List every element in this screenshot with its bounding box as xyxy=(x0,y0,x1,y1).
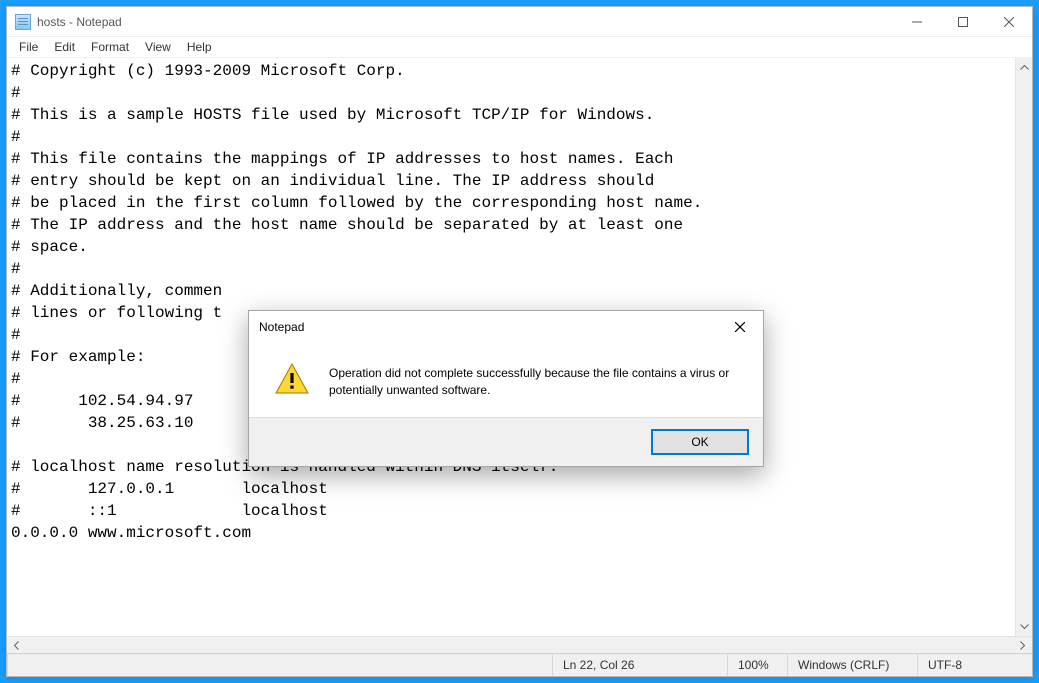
ok-button[interactable]: OK xyxy=(651,429,749,455)
status-zoom: 100% xyxy=(727,654,787,676)
minimize-button[interactable] xyxy=(894,7,940,37)
dialog-message: Operation did not complete successfully … xyxy=(329,363,735,399)
notepad-icon xyxy=(15,14,31,30)
menu-view[interactable]: View xyxy=(137,38,179,56)
dialog-titlebar[interactable]: Notepad xyxy=(249,311,763,343)
dialog-title: Notepad xyxy=(259,320,304,334)
warning-icon xyxy=(275,363,309,398)
menu-edit[interactable]: Edit xyxy=(46,38,83,56)
status-position: Ln 22, Col 26 xyxy=(552,654,727,676)
status-spacer xyxy=(7,654,552,676)
scroll-down-icon[interactable] xyxy=(1017,618,1032,635)
error-dialog: Notepad Operation did not complete succe… xyxy=(248,310,764,467)
dialog-body: Operation did not complete successfully … xyxy=(249,343,763,417)
scroll-right-icon[interactable] xyxy=(1014,638,1031,653)
status-line-ending: Windows (CRLF) xyxy=(787,654,917,676)
scroll-up-icon[interactable] xyxy=(1017,59,1032,76)
menu-help[interactable]: Help xyxy=(179,38,220,56)
menubar: File Edit Format View Help xyxy=(7,37,1032,58)
status-encoding: UTF-8 xyxy=(917,654,1032,676)
maximize-button[interactable] xyxy=(940,7,986,37)
dialog-footer: OK xyxy=(249,417,763,466)
editor-area: # Copyright (c) 1993-2009 Microsoft Corp… xyxy=(7,58,1032,653)
horizontal-scrollbar[interactable] xyxy=(7,636,1032,653)
menu-file[interactable]: File xyxy=(11,38,46,56)
notepad-window: hosts - Notepad File Edit Format View He… xyxy=(6,6,1033,677)
menu-format[interactable]: Format xyxy=(83,38,137,56)
titlebar[interactable]: hosts - Notepad xyxy=(7,7,1032,37)
dialog-close-button[interactable] xyxy=(719,313,761,341)
close-button[interactable] xyxy=(986,7,1032,37)
statusbar: Ln 22, Col 26 100% Windows (CRLF) UTF-8 xyxy=(7,653,1032,676)
scroll-left-icon[interactable] xyxy=(8,638,25,653)
window-title: hosts - Notepad xyxy=(37,15,122,29)
vertical-scrollbar[interactable] xyxy=(1015,58,1032,636)
